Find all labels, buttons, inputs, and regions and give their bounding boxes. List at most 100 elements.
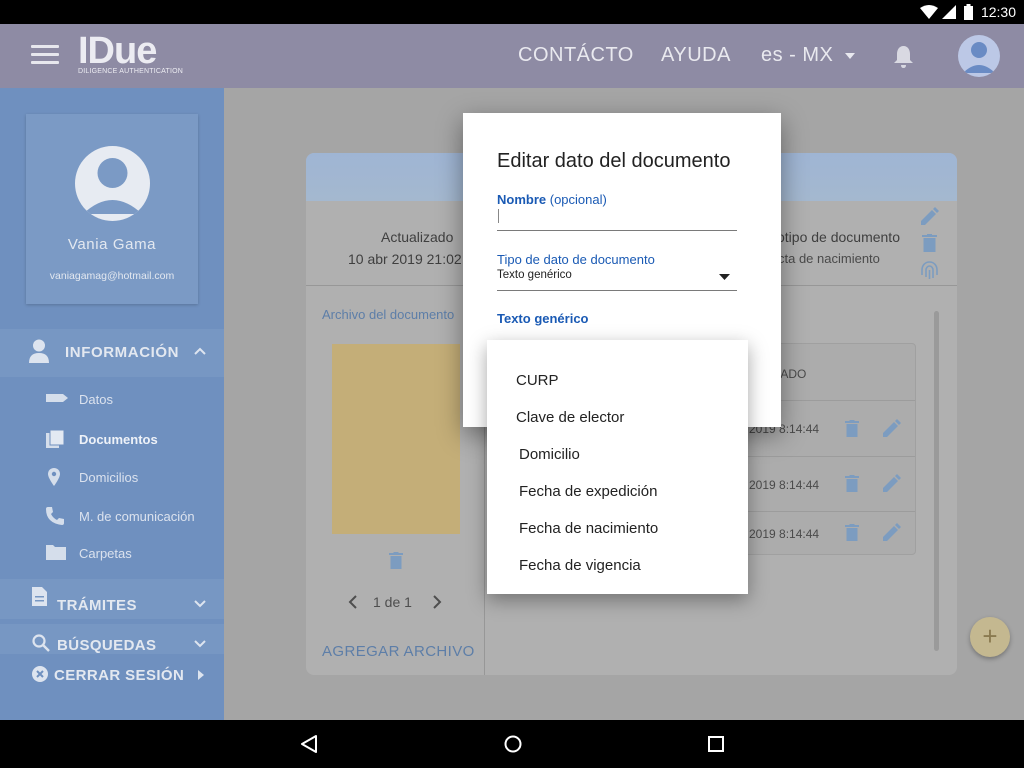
name-field-label: Nombre (opcional)	[497, 192, 607, 207]
sidebar-item-label: Datos	[79, 392, 113, 407]
divider	[497, 230, 737, 231]
chevron-up-icon	[194, 347, 206, 355]
sidebar-section-tramites[interactable]: TRÁMITES	[0, 579, 224, 619]
sidebar-item-datos[interactable]: Datos	[0, 384, 224, 414]
user-avatar[interactable]	[958, 35, 1000, 77]
add-file-button[interactable]: AGREGAR ARCHIVO	[322, 643, 475, 660]
updated-value: 10 abr 2019 21:02	[348, 251, 462, 267]
updated-label: Actualizado	[381, 229, 454, 245]
sidebar-section-label: BÚSQUEDAS	[57, 637, 157, 654]
dialog-title: Editar dato del documento	[497, 150, 731, 172]
file-thumbnail[interactable]	[332, 344, 460, 534]
dropdown-option-fecha-expedicion[interactable]: Fecha de expedición	[519, 483, 657, 500]
sidebar-item-label: Domicilios	[79, 470, 139, 485]
logout-button[interactable]: CERRAR SESIÓN	[0, 660, 224, 686]
sidebar-section-label: TRÁMITES	[57, 597, 137, 614]
document-icon	[32, 587, 47, 606]
name-optional: (opcional)	[549, 192, 607, 207]
caret-down-icon	[719, 274, 730, 280]
chevron-right-icon[interactable]	[433, 595, 442, 609]
sidebar-item-documentos[interactable]: Documentos	[0, 424, 224, 454]
dropdown-option-clave-elector[interactable]: Clave de elector	[516, 409, 624, 426]
edit-icon[interactable]	[921, 207, 939, 225]
sidebar-item-label: M. de comunicación	[79, 509, 195, 524]
trash-icon[interactable]	[845, 475, 859, 492]
profile-avatar	[75, 146, 150, 221]
sidebar-item-domicilios[interactable]: Domicilios	[0, 462, 224, 492]
text-field-label: Texto genérico	[497, 311, 589, 326]
sidebar-section-info[interactable]: INFORMACIÓN	[0, 329, 224, 377]
file-section-label: Archivo del documento	[322, 307, 455, 322]
trash-icon[interactable]	[922, 234, 937, 252]
user-email: vaniagamag@hotmail.com	[49, 270, 175, 282]
sidebar-section-busquedas[interactable]: BÚSQUEDAS	[0, 624, 224, 654]
user-name: Vania Gama	[67, 236, 157, 253]
edit-icon[interactable]	[883, 419, 901, 437]
edit-icon[interactable]	[883, 523, 901, 541]
dropdown-option-curp[interactable]: CURP	[516, 372, 559, 389]
chevron-down-icon	[194, 600, 206, 608]
recents-icon[interactable]	[708, 736, 724, 752]
type-select[interactable]: Texto genérico	[497, 268, 737, 290]
edit-icon[interactable]	[883, 474, 901, 492]
profile-card: Vania Gama vaniagamag@hotmail.com	[26, 114, 198, 304]
scrollbar[interactable]	[934, 311, 939, 651]
sidebar-item-comunicacion[interactable]: M. de comunicación	[0, 501, 224, 531]
logo-text: IDue	[78, 30, 157, 72]
folder-icon	[46, 545, 66, 560]
doctype-value: cta de nacimiento	[778, 251, 880, 266]
app-header: IDue DILIGENCE AUTHENTICATION CONTÁCTO A…	[0, 24, 1024, 88]
dropdown-option-fecha-nacimiento[interactable]: Fecha de nacimiento	[519, 520, 658, 537]
logo: IDue DILIGENCE AUTHENTICATION	[78, 32, 183, 75]
trash-icon[interactable]	[389, 552, 403, 569]
close-circle-icon	[32, 666, 48, 682]
type-dropdown-menu: CURP Clave de elector Domicilio Fecha de…	[487, 340, 748, 594]
locale-value: es - MX	[761, 44, 834, 66]
type-select-value: Texto genérico	[497, 269, 572, 281]
pagination-text: 1 de 1	[373, 594, 412, 610]
label-icon	[46, 394, 68, 402]
home-icon[interactable]	[504, 735, 522, 753]
sidebar-item-carpetas[interactable]: Carpetas	[0, 538, 224, 568]
name-label: Nombre	[497, 192, 547, 207]
fingerprint-icon[interactable]	[921, 261, 938, 280]
sidebar: Vania Gama vaniagamag@hotmail.com INFORM…	[0, 88, 224, 720]
nav-help-link[interactable]: AYUDA	[661, 44, 731, 67]
back-icon[interactable]	[300, 735, 318, 753]
row-time: 2019 8:14:44	[749, 478, 820, 492]
locale-select[interactable]: es - MX	[761, 44, 856, 67]
user-icon	[963, 42, 995, 73]
sidebar-item-label: Carpetas	[79, 546, 132, 561]
system-nav-bar	[0, 720, 1024, 768]
bell-icon[interactable]	[894, 46, 913, 68]
row-time: 2019 8:14:44	[749, 527, 820, 541]
trash-icon[interactable]	[845, 420, 859, 437]
divider	[497, 290, 737, 291]
sidebar-submenu: Datos Documentos Domicilios M. de comuni…	[0, 384, 224, 574]
add-fab-button[interactable]: +	[970, 617, 1010, 657]
battery-icon	[964, 4, 973, 20]
chevron-down-icon	[194, 640, 206, 648]
type-field-label: Tipo de dato de documento	[497, 252, 655, 267]
text-cursor	[498, 209, 499, 223]
trash-icon[interactable]	[845, 524, 859, 541]
dropdown-option-fecha-vigencia[interactable]: Fecha de vigencia	[519, 557, 641, 574]
status-bar: 12:30	[0, 0, 1024, 24]
doctype-label: otipo de documento	[777, 229, 900, 245]
person-icon	[29, 339, 49, 363]
chevron-left-icon[interactable]	[348, 595, 357, 609]
phone-icon	[46, 507, 64, 525]
logo-subtitle: DILIGENCE AUTHENTICATION	[78, 68, 184, 75]
caret-right-icon	[198, 670, 204, 680]
caret-down-icon	[845, 52, 856, 59]
location-pin-icon	[48, 468, 60, 486]
sidebar-section-label: INFORMACIÓN	[65, 344, 180, 361]
search-icon	[32, 634, 50, 652]
name-input[interactable]	[497, 208, 737, 230]
menu-icon[interactable]	[31, 45, 59, 65]
nav-contact-link[interactable]: CONTÁCTO	[518, 44, 634, 67]
dropdown-option-domicilio[interactable]: Domicilio	[519, 446, 580, 463]
wifi-icon	[920, 5, 938, 19]
signal-icon	[942, 5, 956, 19]
sidebar-section-label: CERRAR SESIÓN	[54, 667, 185, 684]
